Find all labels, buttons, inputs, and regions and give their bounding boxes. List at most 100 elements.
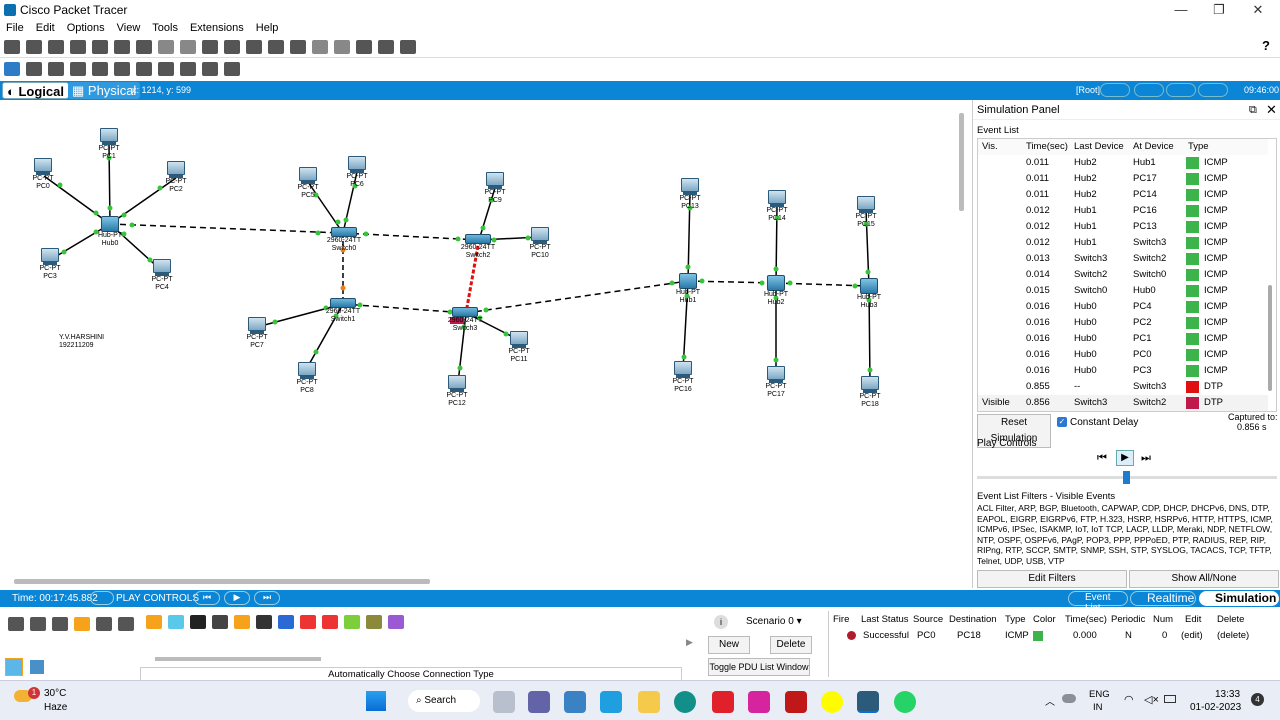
draw-line-icon[interactable]	[114, 62, 130, 76]
device-pc8[interactable]: PC-PT PC8	[292, 362, 322, 395]
copy-icon[interactable]	[158, 40, 174, 54]
root-label[interactable]: [Root]	[1076, 85, 1100, 95]
complex-pdu-icon[interactable]	[224, 62, 240, 76]
bottom-scrollbar[interactable]	[155, 657, 321, 661]
device-pc17[interactable]: PC-PT PC17	[761, 366, 791, 399]
device-pc7[interactable]: PC-PT PC7	[242, 317, 272, 350]
constant-delay-checkbox[interactable]: ✓	[1057, 417, 1067, 427]
custom-device-icon[interactable]	[334, 40, 350, 54]
edge-icon[interactable]	[674, 691, 696, 713]
event-row[interactable]: 0.014 Switch2 Switch0 ICMP	[978, 267, 1268, 283]
minimize-button[interactable]: —	[1167, 1, 1195, 19]
wizard-icon[interactable]	[114, 40, 130, 54]
device-hub0[interactable]: Hub-PT Hub0	[95, 216, 125, 248]
toggle-pdu-list-button[interactable]: Toggle PDU List Window	[708, 658, 810, 676]
back-step-icon[interactable]: ⏮	[1097, 452, 1107, 465]
device-pc15[interactable]: PC-PT PC15	[851, 196, 881, 229]
cloud-icon[interactable]	[1062, 694, 1076, 703]
play-speed-handle[interactable]	[1123, 471, 1130, 484]
event-row[interactable]: 0.013 Switch3 Switch2 ICMP	[978, 251, 1268, 267]
serial-dce-icon[interactable]	[300, 615, 316, 629]
move-object-icon[interactable]	[1166, 83, 1196, 97]
viewport-icon[interactable]	[356, 40, 372, 54]
physical-tab[interactable]: ▦ Physical	[68, 82, 141, 99]
network-devices-icon[interactable]	[8, 617, 24, 631]
event-row[interactable]: 0.016 Hub0 PC1 ICMP	[978, 331, 1268, 347]
menu-options[interactable]: Options	[61, 20, 111, 36]
draw-ellipse-icon[interactable]	[158, 62, 174, 76]
packet-tracer-taskbar-icon[interactable]	[857, 691, 879, 713]
cluster-icon[interactable]	[1134, 83, 1164, 97]
undo-icon[interactable]	[202, 40, 218, 54]
pdu-row[interactable]: Successful PC0 PC18 ICMP 0.000 N 0 (edit…	[829, 629, 1275, 643]
scenario-select[interactable]: Scenario 0 ▾	[746, 614, 806, 630]
device-pc2[interactable]: PC-PT PC2	[161, 161, 191, 194]
event-row[interactable]: 0.015 Switch0 Hub0 ICMP	[978, 283, 1268, 299]
fire-icon[interactable]	[847, 631, 856, 640]
event-row[interactable]: 0.011 Hub2 Hub1 ICMP	[978, 155, 1268, 171]
mcafee-icon[interactable]	[785, 691, 807, 713]
drawing-palette-icon[interactable]	[312, 40, 328, 54]
event-row[interactable]: 0.011 Hub2 PC17 ICMP	[978, 171, 1268, 187]
forward-step-icon[interactable]: ⏭	[1141, 452, 1151, 465]
connections-subgroup-icon[interactable]	[30, 660, 44, 674]
power-cycle-icon[interactable]	[90, 591, 114, 605]
snapchat-icon[interactable]	[821, 691, 843, 713]
device-pc12[interactable]: PC-PT PC12	[442, 375, 472, 408]
status-play-icon[interactable]: ▶	[224, 591, 250, 605]
usb-cable-icon[interactable]	[388, 615, 404, 629]
device-switch0[interactable]: 2960-24TT Switch0	[325, 227, 363, 253]
logical-tab[interactable]: ◐ Logical	[2, 82, 69, 99]
info-icon[interactable]	[92, 40, 108, 54]
pdu-edit-link[interactable]: (edit)	[1181, 630, 1203, 641]
resize-icon[interactable]	[70, 62, 86, 76]
close-panel-icon[interactable]: ✕	[1266, 102, 1277, 118]
status-back-icon[interactable]: ⏮	[194, 591, 220, 605]
red-diamond-app-icon[interactable]	[712, 691, 734, 713]
save-icon[interactable]	[48, 40, 64, 54]
device-hub1[interactable]: Hub-PT Hub1	[673, 273, 703, 305]
maximize-button[interactable]: ❐	[1205, 1, 1233, 19]
event-row[interactable]: 0.011 Hub2 PC14 ICMP	[978, 187, 1268, 203]
serial-dte-icon[interactable]	[322, 615, 338, 629]
device-pc4[interactable]: PC-PT PC4	[147, 259, 177, 292]
menu-edit[interactable]: Edit	[30, 20, 61, 36]
device-pc16[interactable]: PC-PT PC16	[668, 361, 698, 394]
notification-badge[interactable]: 4	[1251, 693, 1264, 706]
device-pc13[interactable]: PC-PT PC13	[675, 178, 705, 211]
store-icon[interactable]	[564, 691, 586, 713]
iot-cable-icon[interactable]	[366, 615, 382, 629]
task-view-icon[interactable]	[493, 691, 515, 713]
print-icon[interactable]	[70, 40, 86, 54]
menu-file[interactable]: File	[0, 20, 30, 36]
play-icon[interactable]: ▶	[1116, 450, 1134, 466]
delete-scenario-button[interactable]: Delete	[770, 636, 812, 654]
octal-cable-icon[interactable]	[344, 615, 360, 629]
device-pc5[interactable]: PC-PT PC5	[293, 167, 323, 200]
close-button[interactable]: ✕	[1244, 1, 1272, 19]
teams-chat-icon[interactable]	[528, 691, 550, 713]
image-icon[interactable]	[400, 40, 416, 54]
zoom-reset-icon[interactable]	[268, 40, 284, 54]
copper-straight-icon[interactable]	[190, 615, 206, 629]
file-explorer-icon[interactable]	[638, 691, 660, 713]
logical-workspace[interactable]: PC-PT PC0 PC-PT PC1 PC-PT PC2 PC-PT PC3 PC-P…	[0, 100, 960, 588]
menu-extensions[interactable]: Extensions	[184, 20, 250, 36]
multiuser-icon[interactable]	[118, 617, 134, 631]
device-switch2[interactable]: 2960-24TT Switch2	[459, 234, 497, 260]
status-forward-icon[interactable]: ⏭	[254, 591, 280, 605]
realtime-button[interactable]: Realtime	[1130, 591, 1196, 606]
network-view-icon[interactable]	[378, 40, 394, 54]
edit-filters-button[interactable]: Edit Filters	[977, 570, 1127, 588]
tray-chevron-icon[interactable]: ︿	[1045, 693, 1055, 708]
device-switch1[interactable]: 2960-24TT Switch1	[324, 298, 362, 324]
scenario-info-icon[interactable]: i	[714, 615, 728, 629]
help-icon[interactable]: ?	[1262, 38, 1270, 53]
search-button[interactable]: ⌕ Search	[408, 690, 480, 712]
instagram-icon[interactable]	[748, 691, 770, 713]
navigation-icon[interactable]	[1100, 83, 1130, 97]
whatsapp-icon[interactable]	[894, 691, 916, 713]
fiber-icon[interactable]	[234, 615, 250, 629]
auto-cable-icon[interactable]	[146, 615, 162, 629]
misc-icon[interactable]	[96, 617, 112, 631]
